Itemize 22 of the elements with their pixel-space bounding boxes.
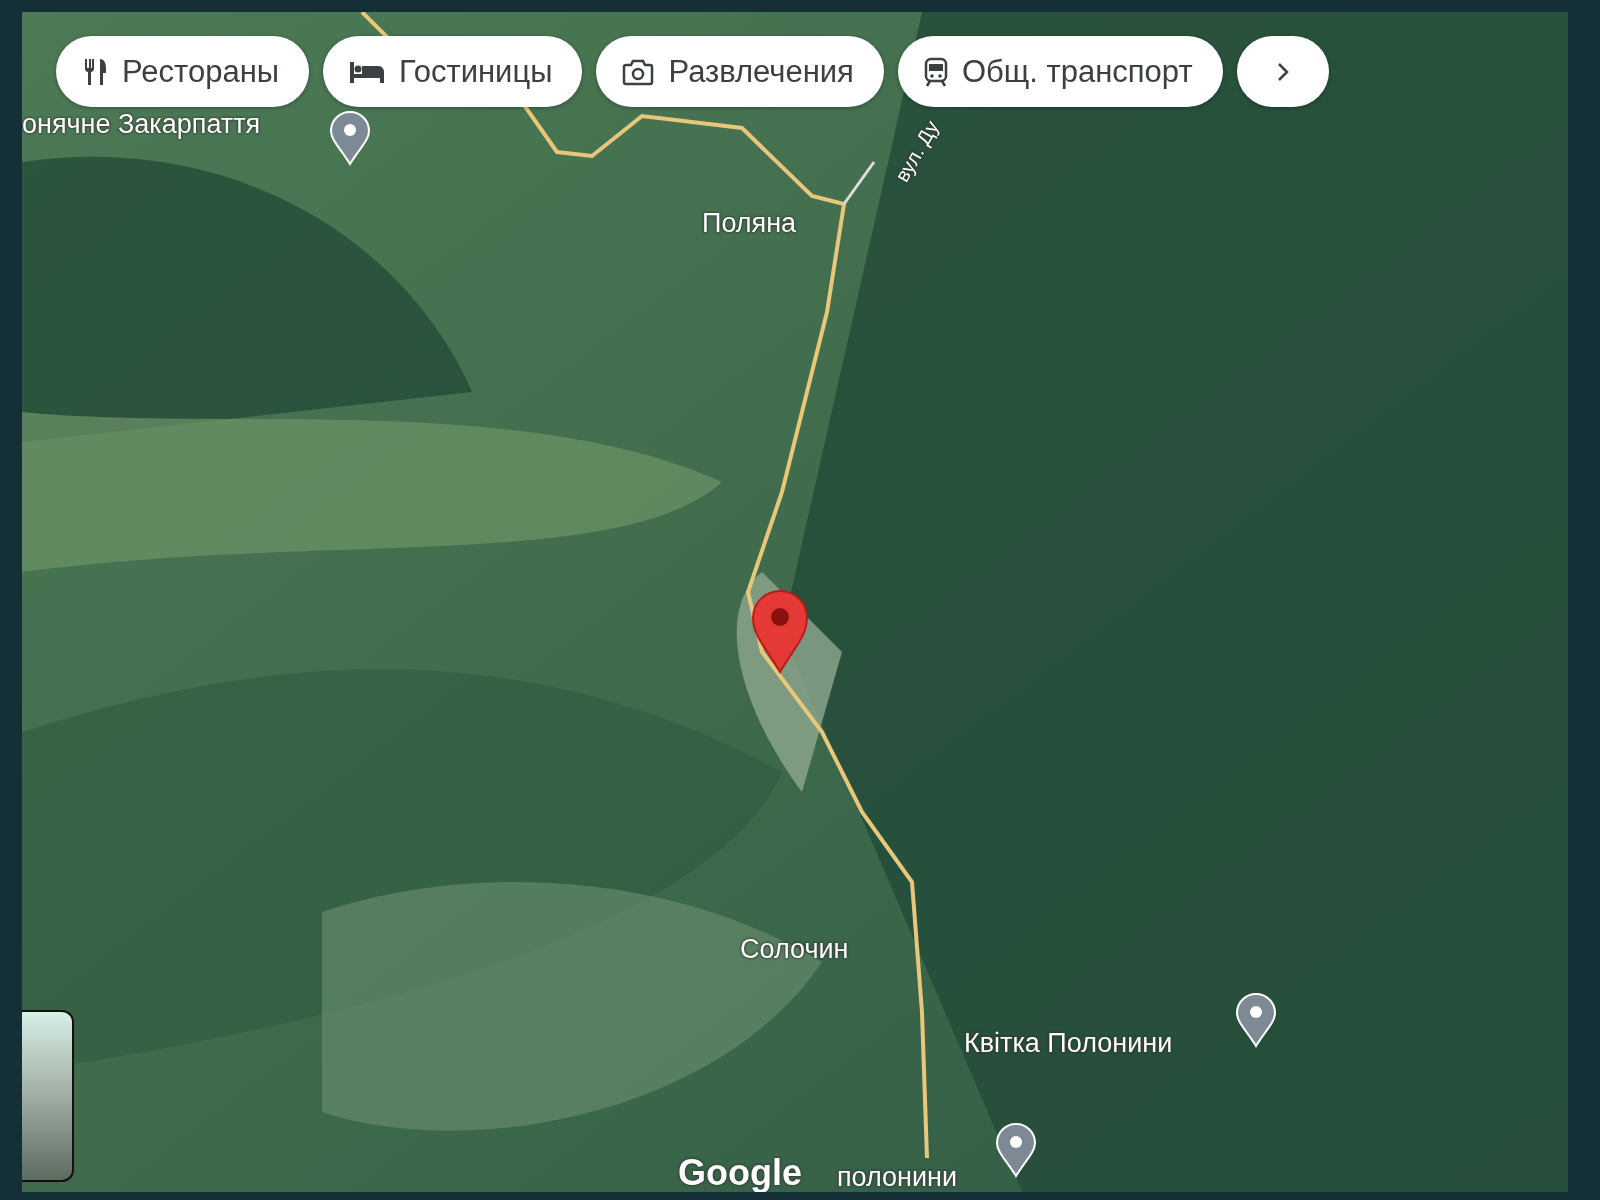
- category-chip[interactable]: Общ. транспорт: [897, 36, 1223, 107]
- train-icon: [923, 56, 948, 87]
- layers-thumbnail[interactable]: [22, 1010, 74, 1182]
- village-label: Солочин: [740, 934, 849, 965]
- chevron-right-icon: [1275, 60, 1290, 83]
- bed-icon: [349, 59, 386, 84]
- category-chip[interactable]: Развлечения: [596, 36, 884, 107]
- place-pin-icon[interactable]: [1234, 992, 1278, 1048]
- place-label: Квітка Полонини: [964, 1028, 1173, 1059]
- location-pin-icon[interactable]: [750, 588, 810, 674]
- place-label: полонини: [837, 1162, 958, 1192]
- place-pin-icon[interactable]: [328, 110, 372, 166]
- camera-icon: [622, 57, 655, 86]
- place-label: онячне Закарпаття: [22, 109, 261, 140]
- category-chip[interactable]: Рестораны: [56, 36, 310, 107]
- fork-knife-icon: [82, 56, 108, 87]
- satellite-map[interactable]: онячне Закарпаття вул. Ду Поляна Солочин Квітка Полонини Google полонини Рестораны Гостиницы Развлечения Общ. транспорт: [22, 12, 1568, 1192]
- google-logo: Google: [678, 1152, 802, 1192]
- place-pin-icon[interactable]: [994, 1122, 1038, 1178]
- street-label: вул. Ду: [890, 116, 944, 187]
- village-label: Поляна: [702, 208, 797, 239]
- category-chip[interactable]: Гостиницы: [323, 36, 583, 107]
